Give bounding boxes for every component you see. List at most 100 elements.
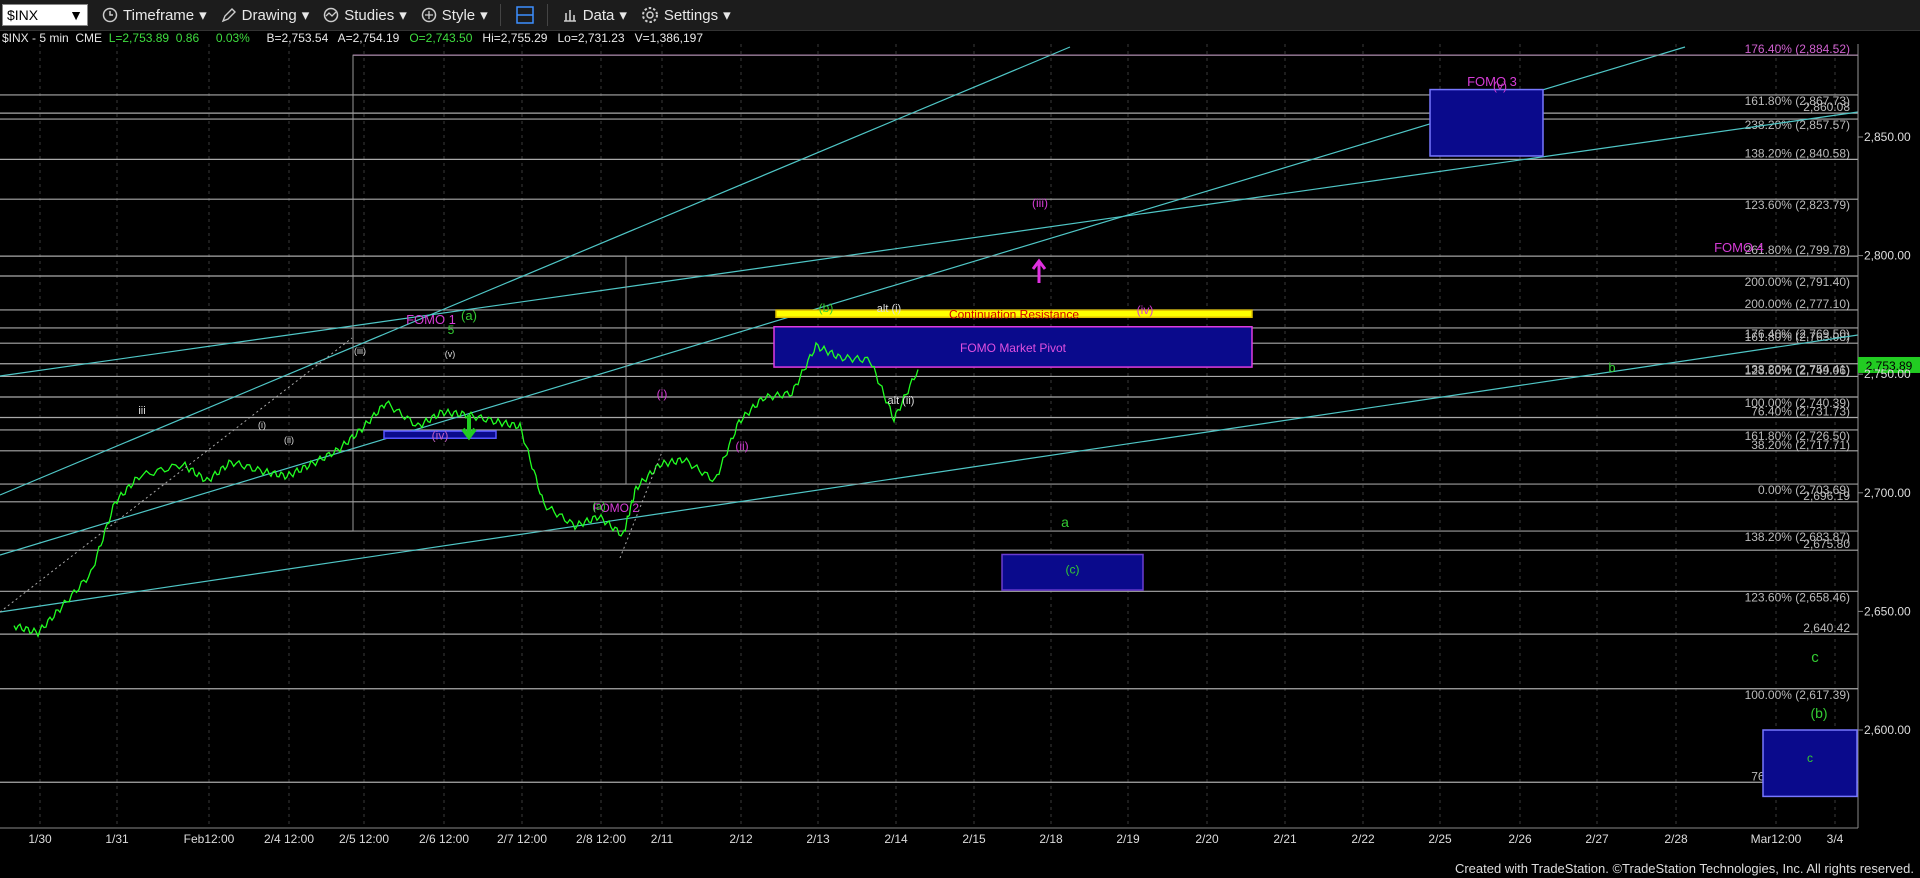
- caret-down-icon: ▾: [723, 7, 731, 24]
- settings-label: Settings: [663, 6, 719, 24]
- wave-label: (ii): [735, 439, 748, 453]
- wave-label: a: [1061, 514, 1069, 530]
- layout-button[interactable]: [515, 5, 535, 25]
- x-tick-label: 2/8 12:00: [576, 832, 626, 846]
- fib-level-label: 161.80% (2,763.08): [1745, 330, 1850, 344]
- wave-label: (v): [1493, 79, 1507, 93]
- studies-menu[interactable]: Studies ▾: [323, 6, 407, 24]
- caret-down-icon: ▾: [619, 7, 627, 24]
- wave-label: c: [1811, 649, 1819, 666]
- x-tick-label: 2/27: [1585, 832, 1609, 846]
- quote-change: 0.86: [175, 31, 200, 45]
- quote-ask: A=2,754.19: [337, 31, 400, 45]
- drawing-menu[interactable]: Drawing ▾: [221, 6, 310, 24]
- fib-level-label: 2,860.08: [1803, 100, 1850, 114]
- toolbar-divider: [546, 4, 548, 26]
- wave-label: (i): [657, 387, 668, 401]
- fib-level-label: 123.60% (2,658.46): [1745, 590, 1850, 604]
- zone-box: [1429, 88, 1544, 157]
- wave-label: (b): [819, 301, 834, 315]
- x-tick-label: 2/28: [1664, 832, 1688, 846]
- fib-level-label: 123.60% (2,749.06): [1745, 363, 1850, 377]
- caret-down-icon: ▾: [199, 7, 207, 24]
- fib-level-label: 200.00% (2,791.40): [1745, 275, 1850, 289]
- plot-area: [0, 44, 1858, 828]
- fib-level-label: 138.20% (2,840.58): [1745, 146, 1850, 160]
- data-menu[interactable]: Data ▾: [562, 6, 627, 24]
- fib-level-label: 100.00% (2,617.39): [1745, 688, 1850, 702]
- y-tick-label: 2,850.00: [1864, 130, 1911, 144]
- zone-label: (c): [1066, 562, 1080, 576]
- toolbar-divider: [499, 4, 501, 26]
- bar-chart-icon: [563, 10, 576, 22]
- style-menu[interactable]: Style ▾: [421, 6, 488, 24]
- x-tick-label: 2/4 12:00: [264, 832, 314, 846]
- fib-level-label: 2,696.19: [1803, 489, 1850, 503]
- x-tick-label: Feb12:00: [184, 832, 235, 846]
- x-tick-label: 2/13: [806, 832, 830, 846]
- x-tick-label: 2/15: [962, 832, 986, 846]
- fib-level-label: 2,640.42: [1803, 621, 1850, 635]
- symbol-input[interactable]: $INX ▼: [2, 4, 88, 26]
- x-tick-label: 2/20: [1195, 832, 1219, 846]
- x-tick-label: 2/14: [884, 832, 908, 846]
- x-tick-label: 2/22: [1351, 832, 1375, 846]
- zone-label: (iv): [432, 429, 449, 443]
- y-tick-label: 2,600.00: [1864, 723, 1911, 737]
- caret-down-icon: ▾: [480, 7, 488, 24]
- zone-label: Continuation Resistance: [949, 308, 1079, 322]
- wave-label: (v): [445, 349, 456, 359]
- symbol-value: $INX: [7, 7, 39, 23]
- x-tick-label: 3/4: [1827, 832, 1844, 846]
- gear-icon: [641, 7, 658, 23]
- x-tick-label: 2/21: [1273, 832, 1297, 846]
- quote-low: Lo=2,731.23: [557, 31, 625, 45]
- quote-last: L=2,753.89: [108, 31, 170, 45]
- clock-icon: [102, 7, 118, 23]
- wave-label: (iii): [1032, 196, 1048, 210]
- wave-label: (a): [461, 308, 477, 323]
- timeframe-menu[interactable]: Timeframe ▾: [102, 6, 207, 24]
- wave-label: FOMO 4: [1714, 240, 1764, 255]
- wave-label: iii: [138, 405, 145, 417]
- wave-label: (iv): [1137, 303, 1154, 317]
- wave-label: (ii): [284, 435, 294, 445]
- x-tick-label: 2/11: [651, 832, 674, 846]
- credit-text: Created with TradeStation. ©TradeStation…: [1454, 861, 1914, 876]
- fib-level-label: 176.40% (2,884.52): [1745, 44, 1850, 56]
- fib-level-label: 200.00% (2,777.10): [1745, 297, 1850, 311]
- quote-open: O=2,743.50: [409, 31, 473, 45]
- wave-label: (a): [592, 501, 605, 513]
- wave-label: (b): [1810, 705, 1827, 721]
- quote-bid: B=2,753.54: [266, 31, 329, 45]
- quote-change-pct: 0.03%: [215, 31, 250, 45]
- x-tick-label: Mar12:00: [1751, 832, 1802, 846]
- wave-label: alt (i): [877, 303, 901, 315]
- x-tick-label: 2/7 12:00: [497, 832, 547, 846]
- y-tick-label: 2,750.00: [1864, 367, 1911, 381]
- wave-label: FOMO 3: [1467, 74, 1517, 89]
- y-tick-label: 2,650.00: [1864, 604, 1911, 618]
- price-chart[interactable]: 176.40% (2,884.52)161.80% (2,867.73)2,86…: [0, 44, 1920, 850]
- quote-volume: V=1,386,197: [634, 31, 703, 45]
- zone-label: c: [1807, 751, 1813, 765]
- caret-down-icon: ▾: [301, 7, 310, 24]
- zone-label: FOMO Market Pivot: [960, 341, 1067, 355]
- x-tick-label: 2/25: [1428, 832, 1452, 846]
- y-tick-label: 2,700.00: [1864, 486, 1911, 500]
- x-tick-label: 2/18: [1039, 832, 1063, 846]
- chevron-down-icon: ▼: [69, 7, 83, 23]
- fib-level-label: 123.60% (2,823.79): [1745, 198, 1850, 212]
- x-tick-label: 2/26: [1508, 832, 1532, 846]
- caret-down-icon: ▾: [399, 7, 407, 24]
- wave-label: 5: [448, 323, 455, 337]
- x-tick-label: 2/19: [1116, 832, 1140, 846]
- style-icon: [421, 7, 437, 23]
- quote-high: Hi=2,755.29: [482, 31, 548, 45]
- settings-menu[interactable]: Settings ▾: [641, 6, 731, 24]
- x-tick-label: 2/6 12:00: [419, 832, 469, 846]
- layout-icon: [515, 6, 534, 24]
- pencil-icon: [221, 8, 236, 23]
- x-tick-label: 2/5 12:00: [339, 832, 389, 846]
- drawing-label: Drawing: [241, 6, 297, 24]
